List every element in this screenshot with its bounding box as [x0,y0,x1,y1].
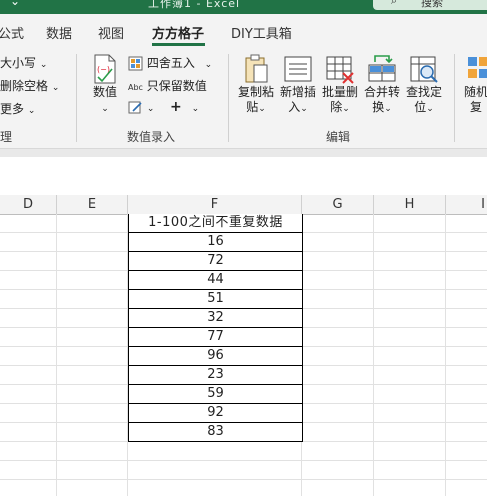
numeric-button[interactable]: (−) 数值 ⌄ [88,53,122,117]
tab-data[interactable]: 数据 [46,23,72,42]
numeric-icon: (−) [94,54,116,84]
edit-cell-icon [128,101,142,114]
group-label-text: 理 [0,130,13,144]
case-label: 大小写 [0,56,37,70]
merge-convert-dropdown-icon: ⌄ [384,104,392,114]
table-cell[interactable]: 32 [129,309,302,328]
column-header-i[interactable]: I [446,195,487,214]
insert-rows-icon [284,56,312,82]
table-cell[interactable]: 16 [129,233,302,252]
keep-values-button[interactable]: Abc 只保留数值 [128,77,207,94]
copy-paste-button[interactable]: 复制粘 贴⌄ [236,53,276,117]
copy-paste-label-1: 复制粘 [237,85,274,99]
table-cell[interactable]: 44 [129,271,302,290]
remove-spaces-label: 删除空格 [0,79,49,93]
column-header-d[interactable]: D [0,195,57,214]
insert-dropdown-icon: ⌄ [300,104,308,114]
batch-delete-label-1: 批量删 [321,85,358,99]
round-dropdown-icon: ⌄ [204,60,213,70]
find-locate-button[interactable]: 查找定 位⌄ [404,53,444,117]
search-icon: ⌕ [391,0,398,7]
find-locate-label-2: 位 [414,100,427,114]
merge-icon [368,55,396,82]
group-separator [454,54,455,142]
find-icon [410,56,438,83]
batch-delete-label-2: 除 [330,100,343,114]
add-button[interactable]: + ⌄ [170,99,199,115]
more-button[interactable]: 更多 ⌄ [0,100,35,117]
quick-access-chevron-icon[interactable]: ⌄ [10,0,20,8]
tab-view[interactable]: 视图 [98,23,124,42]
find-locate-dropdown-icon: ⌄ [426,104,434,114]
random-button[interactable]: 随机 复 [460,53,487,115]
clipboard-icon [245,54,268,83]
column-header-f[interactable]: F [128,195,302,214]
format-dropdown-button[interactable]: ⌄ [128,100,154,115]
merge-convert-button[interactable]: 合并转 换⌄ [362,53,402,117]
window-title: 工作簿1 - Excel [148,0,241,10]
find-locate-label-1: 查找定 [405,85,442,99]
table-cell[interactable]: 23 [129,366,302,385]
format-dropdown-icon: ⌄ [146,104,155,114]
search-label: 搜索 [421,0,443,9]
group-label-edit: 编辑 [326,130,351,144]
abc-icon: Abc [128,83,143,92]
formula-bar-area [0,157,487,196]
round-icon [128,56,143,71]
add-dropdown-icon: ⌄ [191,104,200,114]
more-label: 更多 [0,102,25,116]
group-separator [228,54,229,142]
table-cell[interactable]: 96 [129,347,302,366]
title-bar: ⌄ 工作簿1 - Excel ⌕ 搜索 [0,0,487,14]
case-dropdown-icon: ⌄ [39,60,48,70]
case-button[interactable]: 大小写 ⌄ [0,54,47,71]
table-cell[interactable]: 51 [129,290,302,309]
tab-diy-toolbox[interactable]: DIY工具箱 [231,23,292,42]
insert-label-1: 新增插 [279,85,316,99]
random-label-2: 复 [470,100,483,114]
insert-label-2: 入 [288,100,301,114]
group-separator [76,54,77,142]
search-box[interactable]: ⌕ 搜索 [373,0,487,10]
random-icon [468,57,487,78]
column-header-h[interactable]: H [374,195,446,214]
remove-spaces-button[interactable]: 删除空格 ⌄ [0,77,59,94]
table-cell[interactable]: 72 [129,252,302,271]
table-cell[interactable]: 77 [129,328,302,347]
copy-paste-dropdown-icon: ⌄ [258,104,266,114]
tab-formulas[interactable]: 公式 [0,23,24,42]
batch-delete-button[interactable]: 批量删 除⌄ [320,53,360,117]
table-header-cell[interactable]: 1-100之间不重复数据 [129,214,302,233]
ribbon-shadow-band [0,149,487,157]
merge-convert-label-2: 换 [372,100,385,114]
table-cell[interactable]: 59 [129,385,302,404]
table-cell[interactable]: 92 [129,404,302,423]
data-table: 1-100之间不重复数据 16 72 44 51 32 77 96 23 59 … [128,214,303,442]
keep-values-label: 只保留数值 [146,79,207,93]
copy-paste-label-2: 贴 [246,100,259,114]
round-label: 四舍五入 [146,56,195,70]
group-label-numeric-input: 数值录入 [127,130,176,144]
batch-delete-dropdown-icon: ⌄ [342,104,350,114]
tab-fangfang-gezi[interactable]: 方方格子 [152,23,204,42]
remove-spaces-dropdown-icon: ⌄ [51,83,60,93]
column-headers: D E F G H I [0,195,487,215]
random-label-1: 随机 [464,85,487,99]
round-button[interactable]: 四舍五入 ⌄ [128,54,212,71]
column-header-g[interactable]: G [302,195,374,214]
ribbon-tabs: 公式 数据 视图 方方格子 DIY工具箱 [0,14,487,48]
merge-convert-label-1: 合并转 [363,85,400,99]
table-cell[interactable]: 83 [129,423,302,442]
column-header-e[interactable]: E [57,195,128,214]
delete-grid-icon [326,56,354,84]
plus-icon: + [170,99,182,115]
ribbon: 大小写 ⌄ 删除空格 ⌄ 更多 ⌄ 理 (−) 数值 ⌄ 四舍五入 ⌄ Abc … [0,48,487,149]
numeric-label: 数值 [92,85,117,99]
numeric-dropdown-icon: ⌄ [101,104,109,114]
insert-button[interactable]: 新增插 入⌄ [278,53,318,117]
active-tab-indicator [152,43,205,46]
more-dropdown-icon: ⌄ [27,106,36,116]
